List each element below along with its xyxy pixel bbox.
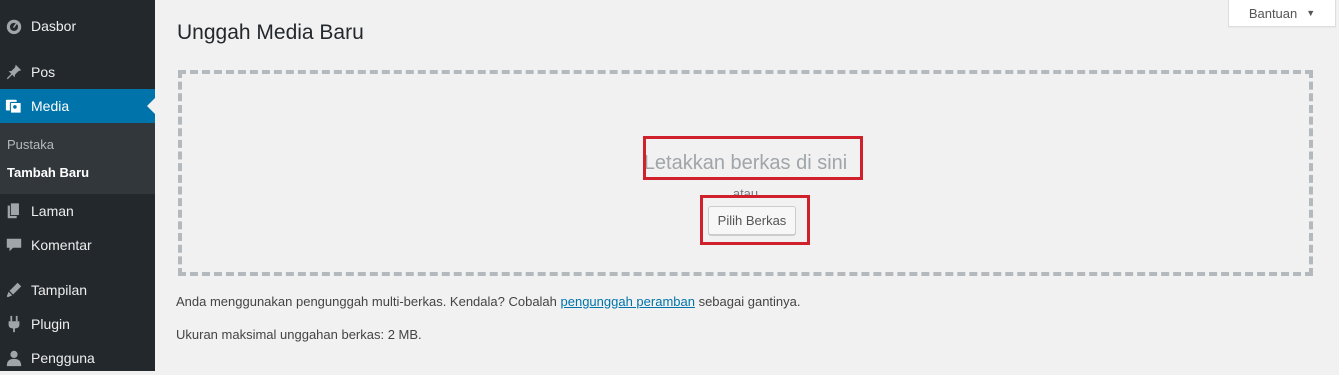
help-tab-button[interactable]: Bantuan ▼	[1228, 0, 1336, 27]
sidebar-item-label: Tampilan	[31, 282, 88, 298]
admin-sidebar: Dasbor Pos Media Pustaka Tambah Baru Lam…	[0, 0, 155, 371]
sidebar-item-media[interactable]: Media	[0, 89, 155, 123]
max-upload-size-text: Ukuran maksimal unggahan berkas: 2 MB.	[176, 327, 422, 342]
sidebar-item-laman[interactable]: Laman	[0, 194, 155, 228]
comment-icon	[5, 236, 23, 254]
info-text-prefix: Anda menggunakan pengunggah multi-berkas…	[176, 294, 561, 309]
page-title: Unggah Media Baru	[177, 21, 364, 44]
plugin-icon	[5, 315, 23, 333]
appearance-icon	[5, 281, 23, 299]
caret-down-icon: ▼	[1306, 8, 1316, 18]
submenu-item-tambah-baru[interactable]: Tambah Baru	[7, 165, 89, 180]
dashboard-icon	[5, 17, 23, 35]
media-icon	[5, 97, 23, 115]
sidebar-item-label: Komentar	[31, 237, 92, 253]
browser-uploader-link[interactable]: pengunggah peramban	[561, 294, 695, 309]
pin-icon	[5, 63, 23, 81]
help-tab-label: Bantuan	[1248, 5, 1298, 21]
sidebar-item-label: Laman	[31, 203, 74, 219]
sidebar-item-dasbor[interactable]: Dasbor	[0, 9, 155, 43]
sidebar-item-label: Dasbor	[31, 18, 77, 34]
sidebar-item-plugin[interactable]: Plugin	[0, 307, 155, 341]
sidebar-item-label: Pos	[31, 64, 56, 80]
main-content: Unggah Media Baru Bantuan ▼ Letakkan ber…	[155, 0, 1339, 371]
media-submenu: Pustaka Tambah Baru	[0, 123, 155, 194]
sidebar-item-pos[interactable]: Pos	[0, 55, 155, 89]
sidebar-item-label: Pengguna	[31, 350, 95, 366]
sidebar-item-label: Plugin	[31, 316, 70, 332]
info-text-suffix: sebagai gantinya.	[694, 294, 801, 309]
uploader-info-text: Anda menggunakan pengunggah multi-berkas…	[176, 294, 801, 309]
highlight-box-drop-text	[643, 136, 863, 180]
sidebar-item-label: Media	[31, 98, 70, 114]
sidebar-item-tampilan[interactable]: Tampilan	[0, 273, 155, 307]
submenu-item-pustaka[interactable]: Pustaka	[7, 137, 54, 152]
sidebar-item-pengguna[interactable]: Pengguna	[0, 341, 155, 375]
users-icon	[5, 349, 23, 367]
highlight-box-select-button	[700, 195, 810, 245]
sidebar-item-komentar[interactable]: Komentar	[0, 228, 155, 262]
pages-icon	[5, 202, 23, 220]
